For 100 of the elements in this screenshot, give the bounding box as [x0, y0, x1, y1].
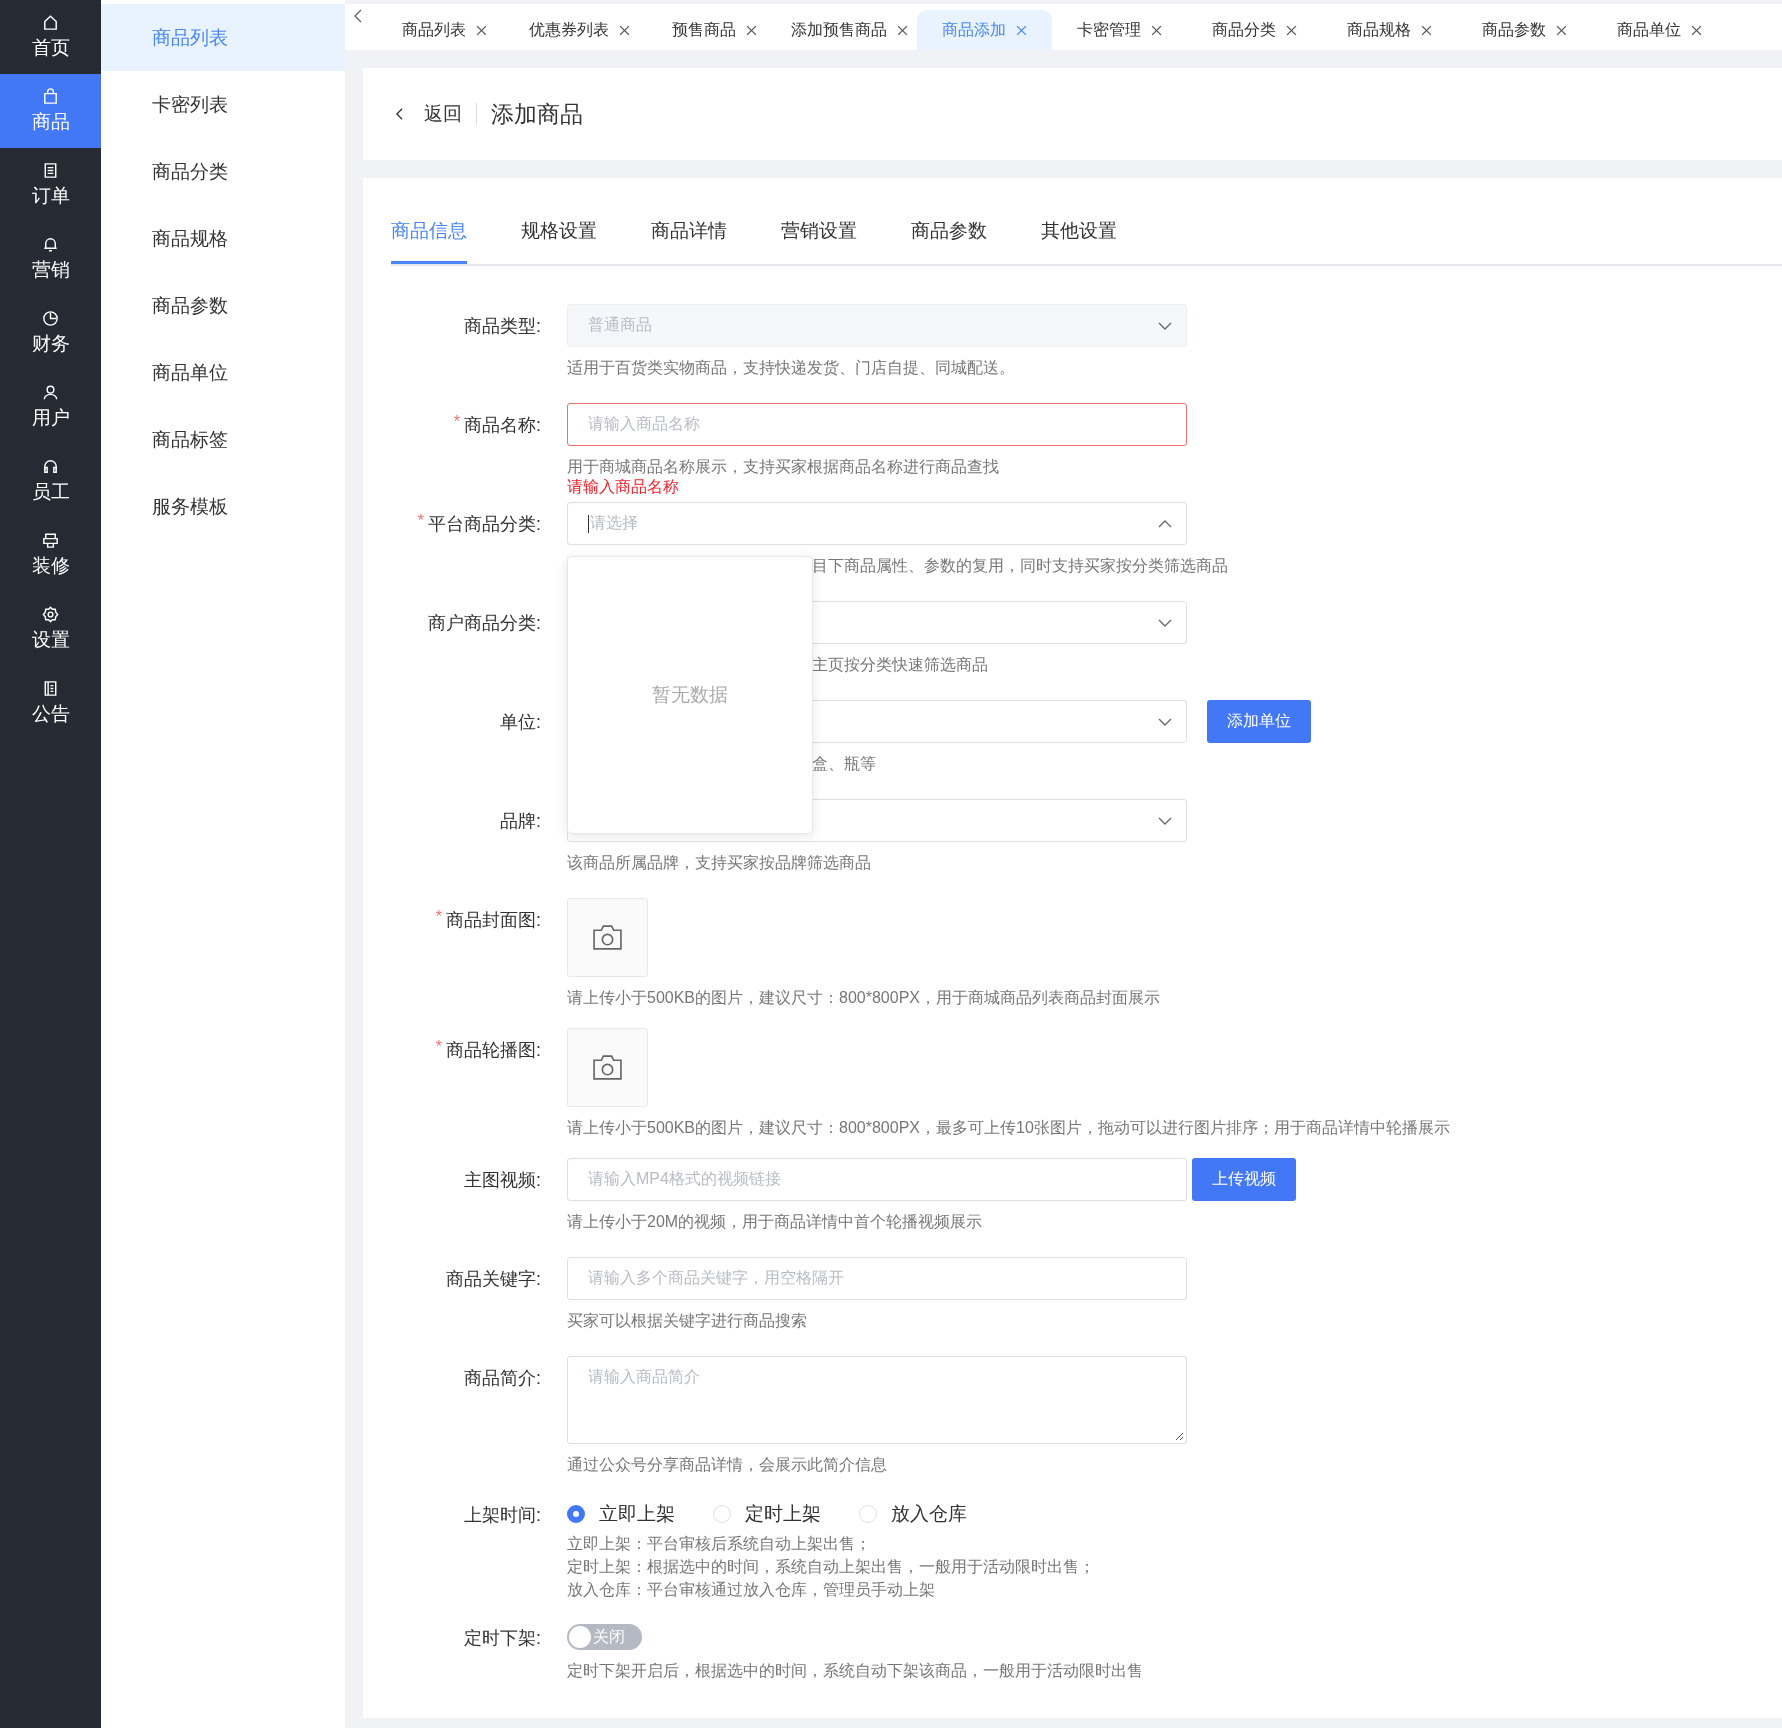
field-label: 商品类型: [464, 315, 541, 338]
chevron-down-icon [1158, 619, 1172, 627]
close-icon[interactable] [897, 24, 908, 36]
close-icon[interactable] [1016, 24, 1027, 36]
nav-rail-item[interactable]: 用户 [0, 370, 101, 444]
home-icon [41, 13, 60, 32]
camera-icon [592, 924, 623, 951]
submenu-item[interactable]: 卡密列表 [101, 71, 345, 138]
submenu-item[interactable]: 商品标签 [101, 406, 345, 473]
nav-rail-item[interactable]: 公告 [0, 666, 101, 740]
action-button[interactable]: 添加单位 [1207, 700, 1311, 743]
submenu-item[interactable]: 商品参数 [101, 272, 345, 339]
hint-text: 定时上架：根据选中的时间，系统自动上架出售，一般用于活动限时出售； [567, 1557, 1095, 1577]
hint-text: 目下商品属性、参数的复用，同时支持买家按分类筛选商品 [811, 556, 1228, 576]
hint-text: 定时下架开启后，根据选中的时间，系统自动下架该商品，一般用于活动限时出售 [567, 1661, 1143, 1681]
pie-icon [41, 309, 60, 328]
hint-text: 买家可以根据关键字进行商品搜索 [567, 1311, 808, 1331]
page-tab[interactable]: 预售商品 [647, 10, 782, 50]
bag-icon [41, 87, 60, 106]
nav-rail-item[interactable]: 员工 [0, 444, 101, 518]
field-label: 品牌: [500, 810, 541, 833]
form-tab[interactable]: 营销设置 [781, 218, 857, 264]
field-label: 商品轮播图: [446, 1039, 541, 1062]
image-upload[interactable] [567, 1028, 648, 1107]
user-icon [41, 383, 60, 402]
page-title: 添加商品 [491, 99, 583, 129]
required-asterisk: * [435, 1038, 442, 1056]
required-asterisk: * [435, 908, 442, 926]
chevron-down-icon [1158, 817, 1172, 825]
field-label: 商品简介: [464, 1367, 541, 1390]
back-link[interactable]: 返回 [424, 101, 462, 127]
submenu-item[interactable]: 商品单位 [101, 339, 345, 406]
radio-option[interactable]: 立即上架 [567, 1501, 675, 1527]
page-tab[interactable]: 优惠券列表 [512, 10, 647, 50]
hint-text: 主页按分类快速筛选商品 [811, 655, 989, 675]
field-label: 商品关键字: [446, 1268, 541, 1291]
field-label: 上架时间: [464, 1504, 541, 1527]
page-tab[interactable]: 商品分类 [1187, 10, 1322, 50]
close-icon[interactable] [1286, 24, 1297, 36]
action-button[interactable]: 上传视频 [1192, 1158, 1296, 1201]
close-icon[interactable] [1151, 24, 1162, 36]
page-tab[interactable]: 添加预售商品 [782, 10, 917, 50]
close-icon[interactable] [1691, 24, 1702, 36]
nav-rail-item[interactable]: 财务 [0, 296, 101, 370]
page-tab[interactable]: 商品参数 [1457, 10, 1592, 50]
close-icon[interactable] [1421, 24, 1432, 36]
hint-text: 请上传小于500KB的图片，建议尺寸：800*800PX，最多可上传10张图片，拖动可以进行图片排序；用于商品详情中轮播展示 [567, 1118, 1450, 1138]
chevron-left-icon[interactable] [395, 107, 404, 121]
nav-rail-item[interactable]: 商品 [0, 74, 101, 148]
nav-rail-item[interactable]: 订单 [0, 148, 101, 222]
nav-rail-item[interactable]: 营销 [0, 222, 101, 296]
hint-text: 该商品所属品牌，支持买家按品牌筛选商品 [567, 853, 872, 873]
camera-icon [592, 1054, 623, 1081]
field-label: 商品名称: [464, 414, 541, 437]
field-label: 定时下架: [464, 1627, 541, 1650]
nav-rail-item[interactable]: 首页 [0, 0, 101, 74]
hint-text: 请上传小于500KB的图片，建议尺寸：800*800PX，用于商城商品列表商品封面展示 [567, 988, 1160, 1008]
chevron-left-icon[interactable] [353, 8, 363, 24]
form-tab[interactable]: 规格设置 [521, 218, 597, 264]
form-tab[interactable]: 商品信息 [391, 218, 467, 264]
submenu-item[interactable]: 商品规格 [101, 205, 345, 272]
error-message: 请输入商品名称 [567, 477, 680, 497]
required-asterisk: * [417, 512, 424, 530]
field-label: 商户商品分类: [428, 612, 541, 635]
hint-text: 盒、瓶等 [811, 754, 877, 774]
close-icon[interactable] [746, 24, 757, 36]
page-tab[interactable]: 商品单位 [1592, 10, 1727, 50]
chevron-up-icon [1158, 520, 1172, 528]
hint-text: 请上传小于20M的视频，用于商品详情中首个轮播视频展示 [567, 1212, 984, 1232]
resize-handle-icon[interactable] [1174, 1431, 1184, 1441]
gear-icon [41, 605, 60, 624]
close-icon[interactable] [619, 24, 630, 36]
hint-text: 立即上架：平台审核后系统自动上架出售； [567, 1534, 872, 1554]
hint-text: 通过公众号分享商品详情，会展示此简介信息 [567, 1455, 888, 1475]
print-icon [41, 531, 60, 550]
page-tab[interactable]: 商品规格 [1322, 10, 1457, 50]
hint-text: 适用于百货类实物商品，支持快递发货、门店自提、同城配送。 [567, 358, 1016, 378]
field-label: 商品封面图: [446, 909, 541, 932]
close-icon[interactable] [476, 24, 487, 36]
field-label: 单位: [500, 711, 541, 734]
form-tab[interactable]: 商品参数 [911, 218, 987, 264]
hint-text: 用于商城商品名称展示，支持买家根据商品名称进行商品查找 [567, 457, 1000, 477]
submenu-item[interactable]: 服务模板 [101, 473, 345, 540]
page-tab[interactable]: 商品列表 [377, 10, 512, 50]
radio-option[interactable]: 放入仓库 [859, 1501, 967, 1527]
form-tab[interactable]: 商品详情 [651, 218, 727, 264]
radio-option[interactable]: 定时上架 [713, 1501, 821, 1527]
submenu-item[interactable]: 商品分类 [101, 138, 345, 205]
nav-rail-item[interactable]: 装修 [0, 518, 101, 592]
image-upload[interactable] [567, 898, 648, 977]
close-icon[interactable] [1556, 24, 1567, 36]
nav-rail-item[interactable]: 设置 [0, 592, 101, 666]
field-label: 主图视频: [464, 1169, 541, 1192]
empty-message: 暂无数据 [652, 683, 728, 707]
page-tab[interactable]: 卡密管理 [1052, 10, 1187, 50]
required-asterisk: * [453, 413, 460, 431]
field-label: 平台商品分类: [428, 513, 541, 536]
headset-icon [41, 457, 60, 476]
form-tab[interactable]: 其他设置 [1041, 218, 1117, 264]
hint-text: 放入仓库：平台审核通过放入仓库，管理员手动上架 [567, 1580, 936, 1600]
